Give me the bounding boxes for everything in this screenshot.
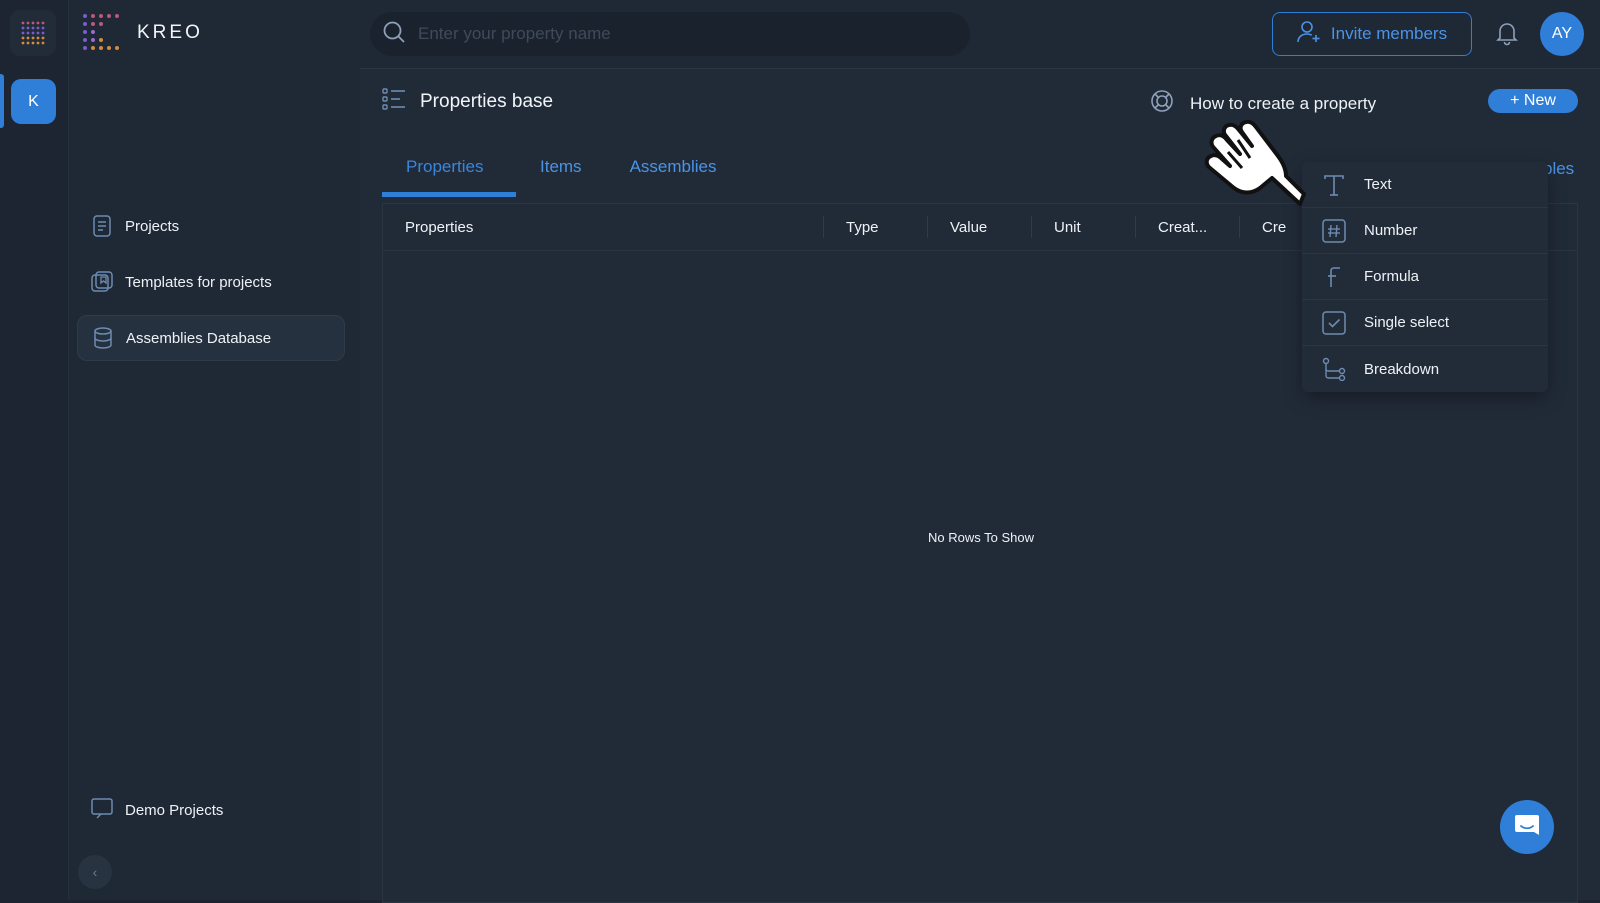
sidebar-nav: Projects Templates for projects Assembli…: [77, 203, 345, 371]
menu-item-formula[interactable]: Formula: [1302, 254, 1548, 300]
column-header-properties[interactable]: Properties: [383, 216, 823, 238]
menu-item-breakdown[interactable]: Breakdown: [1302, 346, 1548, 392]
how-to-create-property-link[interactable]: How to create a property: [1150, 89, 1376, 118]
app-rail: K: [0, 0, 69, 900]
brand-logo[interactable]: KREO: [81, 12, 203, 54]
document-icon: [91, 215, 113, 237]
column-header-unit[interactable]: Unit: [1031, 216, 1135, 238]
demo-projects-label: Demo Projects: [125, 801, 224, 819]
hash-icon: [1322, 218, 1346, 243]
tab-bar: Properties Items Assemblies: [382, 149, 740, 199]
menu-item-label: Text: [1364, 176, 1392, 193]
menu-item-single-select[interactable]: Single select: [1302, 300, 1548, 346]
sidebar-item-label: Projects: [125, 217, 180, 235]
menu-item-number[interactable]: Number: [1302, 208, 1548, 254]
menu-item-label: Breakdown: [1364, 360, 1440, 378]
search-input[interactable]: [416, 23, 940, 45]
invite-members-label: Invite members: [1330, 24, 1448, 43]
new-property-button[interactable]: + New: [1488, 89, 1578, 113]
checkbox-icon: [1322, 310, 1346, 335]
apps-grid-icon[interactable]: [10, 10, 56, 56]
add-user-icon: [1297, 20, 1321, 49]
column-header-created[interactable]: Creat...: [1135, 216, 1239, 238]
tab-items[interactable]: Items: [516, 149, 606, 197]
menu-item-label: Single select: [1364, 314, 1450, 331]
database-icon: [92, 327, 114, 349]
text-type-icon: [1322, 173, 1346, 197]
list-icon: [382, 87, 406, 116]
pointer-hand-icon: [1200, 118, 1310, 219]
support-chat-button[interactable]: [1500, 800, 1554, 854]
empty-grid-message: No Rows To Show: [928, 530, 1034, 545]
tab-properties[interactable]: Properties: [382, 149, 516, 197]
chat-icon: [1513, 811, 1541, 844]
collapse-sidebar-button[interactable]: ‹: [78, 855, 112, 889]
menu-item-text[interactable]: Text: [1302, 162, 1548, 208]
workspace-badge[interactable]: K: [11, 79, 56, 124]
sidebar-item-projects[interactable]: Projects: [77, 203, 345, 249]
sidebar-item-label: Assemblies Database: [126, 329, 272, 347]
brand-name: KREO: [137, 22, 203, 43]
monitor-icon: [91, 797, 113, 823]
tab-assemblies[interactable]: Assemblies: [606, 149, 741, 197]
page-title: Properties base: [420, 90, 554, 112]
property-type-menu: Text Number Formula Single select Breakd…: [1302, 162, 1548, 392]
top-bar: Invite members AY: [360, 0, 1600, 69]
sidebar-item-assemblies-database[interactable]: Assemblies Database: [77, 315, 345, 361]
page-header: Properties base: [382, 87, 553, 116]
formula-icon: [1322, 265, 1346, 289]
lifebuoy-icon: [1150, 89, 1174, 118]
search-icon: [382, 20, 406, 49]
search-box: [370, 12, 970, 56]
notification-bell-icon[interactable]: [1494, 20, 1520, 51]
how-to-label: How to create a property: [1190, 93, 1377, 113]
invite-members-button[interactable]: Invite members: [1272, 12, 1472, 56]
sidebar: KREO Projects Templates for projects Ass…: [69, 0, 360, 900]
user-avatar[interactable]: AY: [1540, 12, 1584, 56]
sidebar-item-label: Templates for projects: [125, 273, 272, 291]
demo-projects-link[interactable]: Demo Projects: [91, 797, 223, 823]
menu-item-label: Formula: [1364, 268, 1420, 285]
kreo-logo-icon: [83, 14, 119, 50]
menu-item-label: Number: [1364, 222, 1418, 239]
templates-icon: [91, 271, 113, 293]
breakdown-icon: [1322, 357, 1346, 381]
column-header-type[interactable]: Type: [823, 216, 927, 238]
column-header-value[interactable]: Value: [927, 216, 1031, 238]
rail-active-indicator: [0, 74, 4, 128]
sidebar-item-templates[interactable]: Templates for projects: [77, 259, 345, 305]
